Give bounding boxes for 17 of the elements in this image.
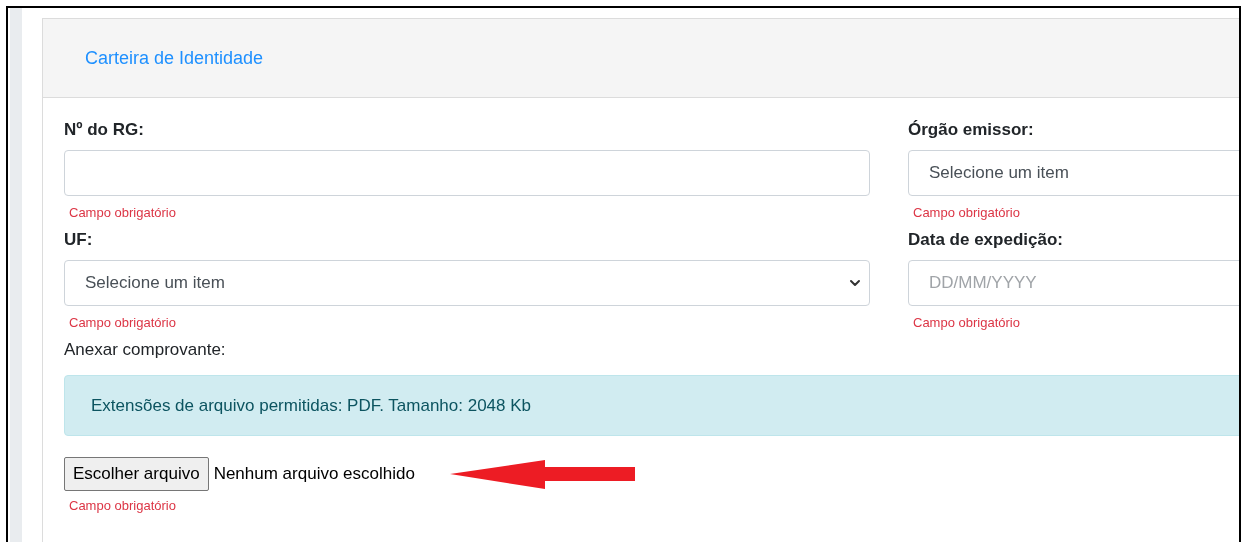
- file-status: Nenhum arquivo escolhido: [213, 463, 415, 486]
- field-label: UF:: [64, 229, 93, 251]
- select-field[interactable]: Selecione um item: [64, 260, 870, 306]
- info-alert: Extensões de arquivo permitidas: PDF. Tamanho: 2048 Kb: [64, 375, 1239, 436]
- field-label: Data de expedição:: [908, 229, 1063, 251]
- error-message: Campo obrigatório: [69, 314, 176, 332]
- attachment-label: Anexar comprovante:: [64, 339, 226, 361]
- field-label: Órgão emissor:: [908, 119, 1034, 141]
- error-message: Campo obrigatório: [913, 204, 1020, 222]
- input-field[interactable]: [64, 150, 870, 196]
- error-message: Campo obrigatório: [69, 497, 176, 515]
- select-field[interactable]: Selecione um item: [908, 150, 1239, 196]
- field-label: Nº do RG:: [64, 119, 144, 141]
- error-message: Campo obrigatório: [69, 204, 176, 222]
- choose-file-button[interactable]: Escolher arquivo: [64, 457, 209, 491]
- error-message: Campo obrigatório: [913, 314, 1020, 332]
- input-field[interactable]: DD/MM/YYYY: [908, 260, 1239, 306]
